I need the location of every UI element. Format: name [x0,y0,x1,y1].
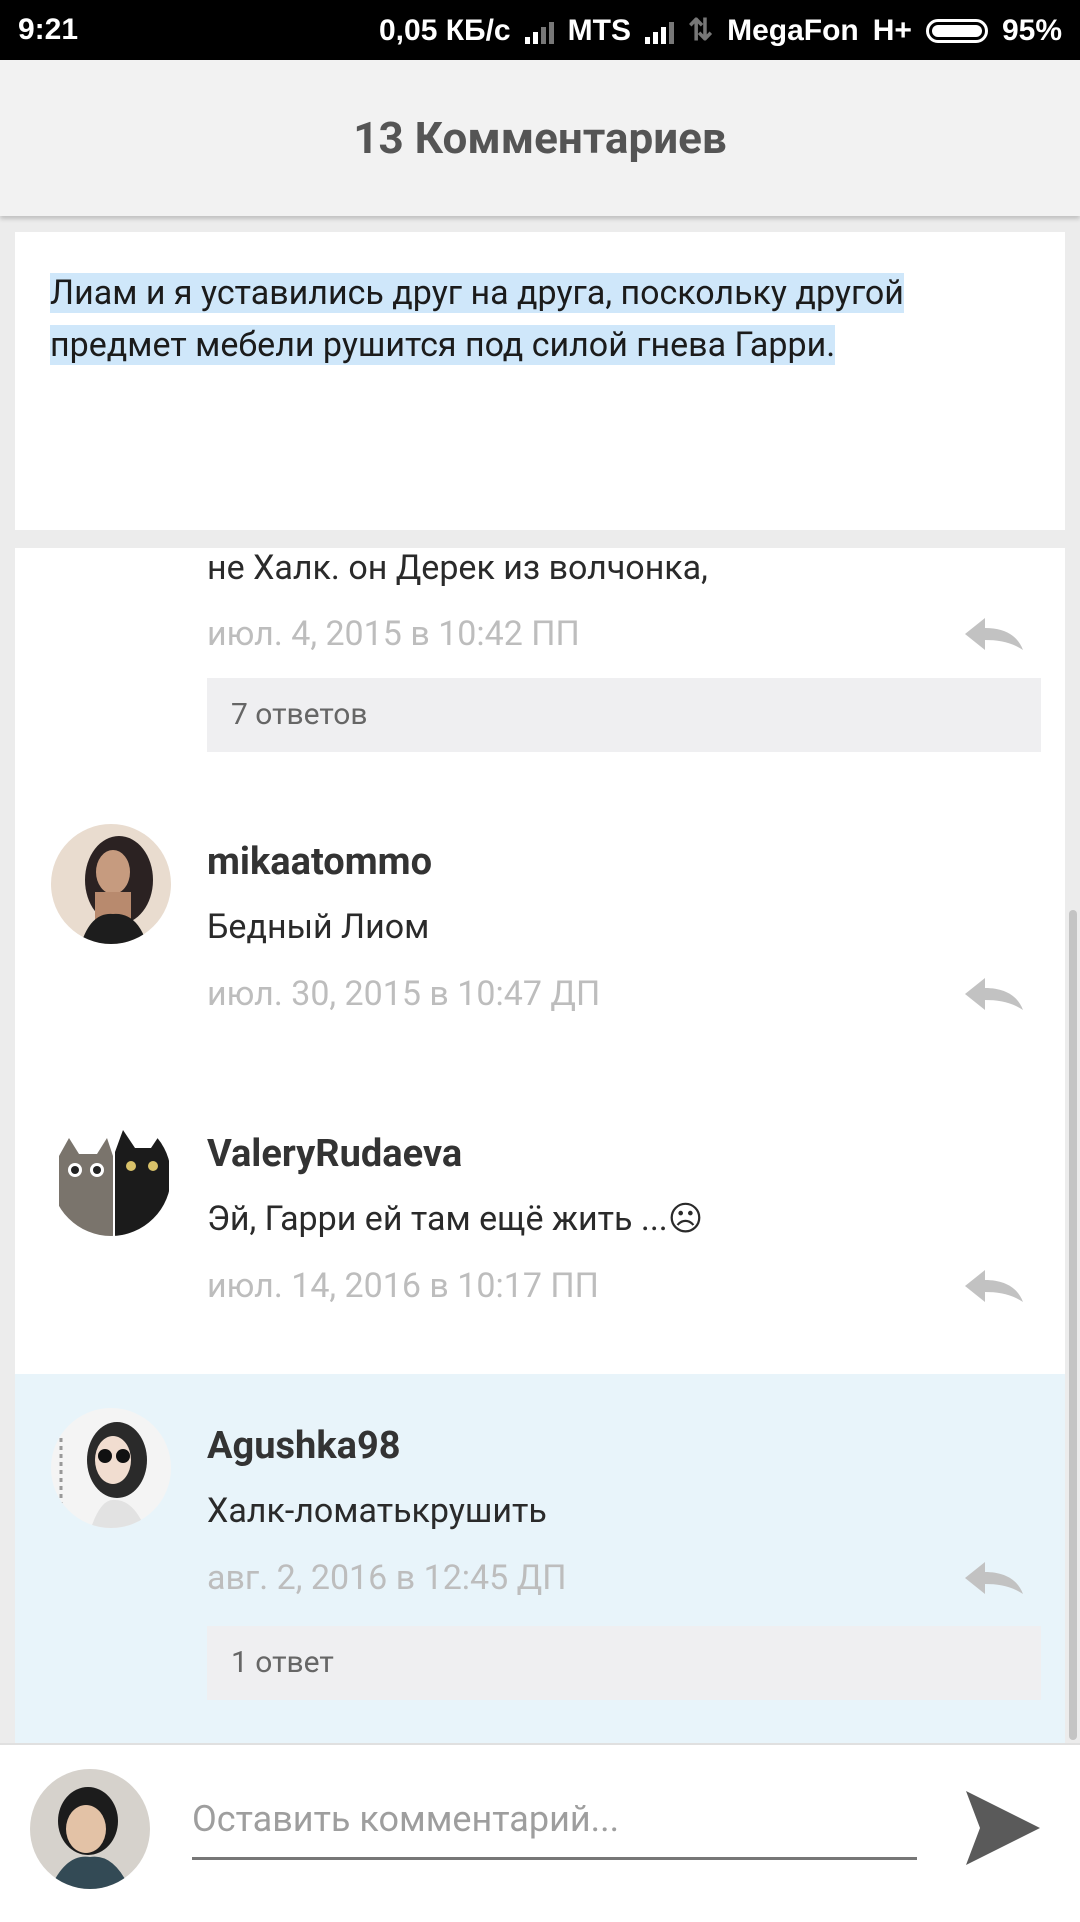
reply-icon[interactable] [963,1560,1025,1596]
scrollbar[interactable] [1069,910,1077,1740]
status-bar: 9:21 0,05 КБ/с MTS ⇅ MegaFon H+ 95% [0,0,1080,60]
send-icon[interactable] [962,1787,1044,1869]
replies-button[interactable]: 1 ответ [207,1626,1041,1700]
comment-item: не Халк. он Дерек из волчонка, июл. 4, 2… [15,548,1065,792]
carrier-2: MegaFon [727,13,859,47]
replies-button[interactable]: 7 ответов [207,678,1041,752]
comment-date: авг. 2, 2016 в 12:45 ДП [207,1558,567,1598]
comments-header: 13 Комментариев [0,60,1080,216]
network-type: H+ [872,13,912,47]
status-time: 9:21 [18,13,79,46]
comment-list[interactable]: не Халк. он Дерек из волчонка, июл. 4, 2… [15,548,1065,1743]
quoted-paragraph: Лиам и я уставились друг на друга, поско… [50,267,1010,371]
comment-text: Бедный Лиом [207,907,430,947]
comment-text-content: Эй, Гарри ей там ещё жить ...☹ [207,1199,704,1239]
avatar[interactable] [51,1408,171,1528]
comment-text: Эй, Гарри ей там ещё жить ...☹ [207,1199,703,1239]
comment-text: Халк-ломатькрушить [207,1491,547,1531]
current-user-avatar [30,1769,150,1889]
status-right: 0,05 КБ/с MTS ⇅ MegaFon H+ 95% [379,13,1062,48]
comment-username[interactable]: Agushka98 [207,1424,401,1468]
signal-icon [524,18,554,44]
reply-icon[interactable] [963,616,1025,652]
comment-item: ValeryRudaeva Эй, Гарри ей там ещё жить … [15,1082,1065,1376]
page-title: 13 Комментариев [353,112,727,164]
comment-date: июл. 4, 2015 в 10:42 ПП [207,614,580,654]
data-transfer-icon: ⇅ [687,14,714,47]
comment-username[interactable]: mikaatommo [207,840,432,884]
reply-icon[interactable] [963,976,1025,1012]
battery-icon [925,18,988,43]
comment-date: июл. 30, 2015 в 10:47 ДП [207,974,601,1014]
comment-input[interactable] [192,1781,917,1860]
comment-text: не Халк. он Дерек из волчонка, [207,548,708,588]
carrier-1: MTS [567,13,631,47]
comment-composer [0,1743,1080,1922]
avatar[interactable] [51,824,171,944]
quoted-paragraph-card: Лиам и я уставились друг на друга, поско… [15,232,1065,530]
comment-item: mikaatommo Бедный Лиом июл. 30, 2015 в 1… [15,790,1065,1084]
comment-date: июл. 14, 2016 в 10:17 ПП [207,1266,599,1306]
comment-username[interactable]: ValeryRudaeva [207,1132,462,1176]
signal-icon [644,18,674,44]
comment-item: Agushka98 Халк-ломатькрушить авг. 2, 201… [15,1374,1065,1743]
reply-icon[interactable] [963,1268,1025,1304]
network-speed: 0,05 КБ/с [379,13,511,47]
avatar[interactable] [51,1116,171,1236]
quoted-paragraph-text: Лиам и я уставились друг на друга, поско… [50,273,904,365]
battery-level: 95% [1001,13,1062,47]
